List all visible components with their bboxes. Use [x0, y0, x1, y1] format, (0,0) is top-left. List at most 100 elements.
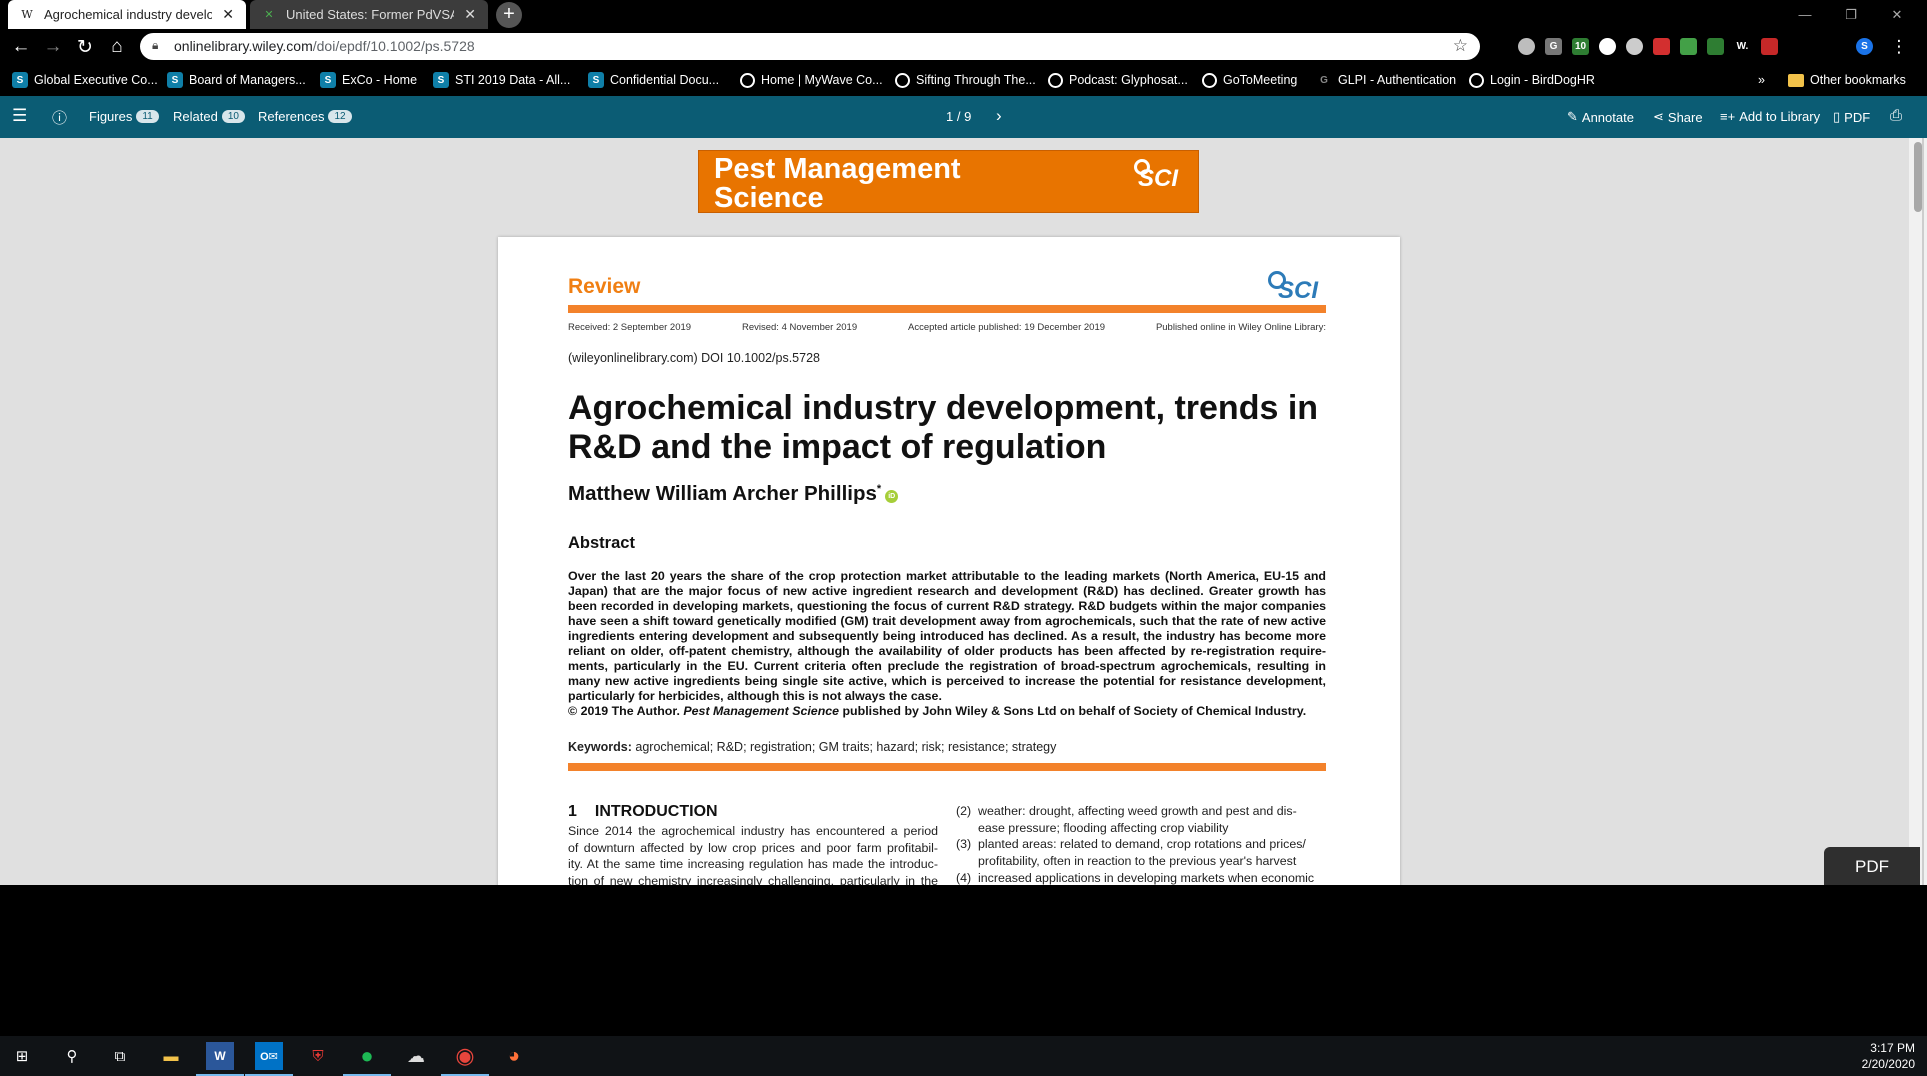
extension-icon[interactable]: 10 — [1572, 38, 1589, 55]
extension-icon[interactable]: G — [1545, 38, 1562, 55]
figures-count-badge: 11 — [136, 110, 159, 123]
doi-line[interactable]: (wileyonlinelibrary.com) DOI 10.1002/ps.… — [568, 351, 820, 365]
globe-icon — [1469, 72, 1484, 88]
other-bookmarks-folder[interactable]: Other bookmarks — [1788, 71, 1906, 89]
extension-icon[interactable] — [1518, 38, 1535, 55]
publication-dates: Received: 2 September 2019 Revised: 4 No… — [568, 322, 1326, 333]
received-date: Received: 2 September 2019 — [568, 322, 692, 333]
share-button[interactable]: ⋖ Share — [1653, 109, 1703, 125]
search-icon[interactable]: ⚲ — [58, 1042, 86, 1070]
page-indicator: 1 / 9 — [946, 109, 972, 124]
list-item: (4) increased applications in developing … — [956, 870, 1326, 885]
references-button[interactable]: References 12 — [258, 109, 352, 124]
minimize-button[interactable]: — — [1782, 0, 1828, 29]
forward-button[interactable]: → — [40, 34, 66, 60]
lock-icon[interactable]: 🔒︎ — [152, 38, 158, 53]
spotify-icon[interactable]: ● — [343, 1042, 391, 1076]
add-list-icon: ≡+ — [1720, 109, 1736, 124]
abstract-line: many new active ingredients being single… — [568, 674, 1326, 688]
left-column-text: Since 2014 the agrochemical industry has… — [568, 823, 938, 885]
home-button[interactable]: ⌂ — [104, 34, 130, 60]
extension-icon[interactable]: W. — [1734, 38, 1751, 55]
bookmark-item[interactable]: G GLPI - Authentication — [1316, 71, 1456, 89]
related-count-badge: 10 — [221, 110, 245, 123]
tab-pdvsa[interactable]: ✕ United States: Former PdVSA Pro ✕ — [250, 0, 488, 29]
browser-toolbar: ← → ↻ ⌂ 🔒︎ onlinelibrary.wiley.com/doi/e… — [0, 29, 1927, 64]
list-line: ease pressure; flooding affecting crop v… — [978, 820, 1229, 835]
reload-button[interactable]: ↻ — [72, 34, 98, 60]
annotate-button[interactable]: ✎ Annotate — [1567, 109, 1634, 125]
sharepoint-icon: S — [167, 72, 183, 88]
menu-icon[interactable]: ☰ — [12, 106, 27, 126]
extension-icon[interactable] — [1761, 38, 1778, 55]
outlook-icon[interactable]: O✉ — [245, 1042, 293, 1076]
url-text[interactable]: onlinelibrary.wiley.com/doi/epdf/10.1002… — [174, 38, 475, 54]
bookmark-item[interactable]: S Confidential Docu... — [588, 71, 719, 89]
add-to-library-button[interactable]: ≡+ Add to Library — [1720, 109, 1820, 124]
more-bookmarks-button[interactable]: » — [1758, 71, 1765, 89]
extension-icon[interactable] — [1653, 38, 1670, 55]
firefox-icon[interactable]: ◕ — [500, 1042, 528, 1070]
new-tab-button[interactable]: + — [496, 2, 522, 28]
pdf-download-button[interactable]: ▯ PDF — [1833, 109, 1870, 125]
next-page-button[interactable]: › — [996, 106, 1002, 126]
orcid-icon[interactable]: iD — [885, 490, 899, 503]
close-tab-icon[interactable]: ✕ — [464, 6, 476, 23]
header-rule — [568, 305, 1326, 313]
close-window-button[interactable]: ✕ — [1874, 0, 1920, 29]
task-view-icon[interactable]: ⧉ — [106, 1042, 134, 1070]
cloud-app-icon[interactable]: ☁ — [402, 1042, 430, 1070]
globe-icon — [740, 72, 755, 88]
folder-icon — [1788, 73, 1804, 87]
system-clock[interactable]: 3:17 PM 2/20/2020 — [1862, 1040, 1915, 1072]
tab-agrochemical[interactable]: W Agrochemical industry developm ✕ — [8, 0, 246, 29]
extension-icon[interactable] — [1626, 38, 1643, 55]
bookmark-item[interactable]: Sifting Through The... — [895, 71, 1036, 89]
word-icon[interactable]: W — [196, 1042, 244, 1076]
vertical-scrollbar[interactable] — [1909, 138, 1927, 885]
windows-start-icon[interactable]: ⊞ — [8, 1042, 36, 1070]
abstract-line: reliant on older, off-patent chemistry, … — [568, 644, 1326, 658]
chrome-icon[interactable]: ◉ — [441, 1042, 489, 1076]
bookmark-label: STI 2019 Data - All... — [455, 73, 571, 87]
list-line: weather: drought, affecting weed growth … — [978, 804, 1297, 818]
section-heading-introduction: 1 INTRODUCTION — [568, 803, 718, 820]
published-online: Published online in Wiley Online Library… — [1155, 322, 1326, 333]
list-item: (2) weather: drought, affecting weed grow… — [956, 803, 1326, 836]
related-button[interactable]: Related 10 — [173, 109, 245, 124]
security-shield-icon[interactable]: ⛨ — [304, 1042, 332, 1070]
abstract-line: ingredients entering development and sub… — [568, 629, 1326, 643]
back-button[interactable]: ← — [8, 34, 34, 60]
journal-banner: Pest Management Science SCI — [698, 150, 1199, 213]
epdf-viewer-toolbar: ☰ ⓘ Figures 11 Related 10 References 12 1 /… — [0, 96, 1927, 138]
scrollbar-thumb[interactable] — [1914, 142, 1922, 212]
bookmark-item[interactable]: Podcast: Glyphosat... — [1048, 71, 1188, 89]
author-name[interactable]: Matthew William Archer Phillips*iD — [568, 482, 899, 506]
close-tab-icon[interactable]: ✕ — [222, 6, 234, 23]
bookmark-star-icon[interactable]: ☆ — [1453, 36, 1468, 56]
extension-icon[interactable] — [1707, 38, 1724, 55]
extension-icon[interactable] — [1599, 38, 1616, 55]
bookmark-item[interactable]: S Board of Managers... — [167, 71, 306, 89]
info-icon[interactable]: ⓘ — [52, 107, 67, 128]
bookmark-item[interactable]: Home | MyWave Co... — [740, 71, 883, 89]
bookmark-item[interactable]: S ExCo - Home — [320, 71, 417, 89]
address-bar[interactable]: 🔒︎ onlinelibrary.wiley.com/doi/epdf/10.1… — [140, 33, 1480, 60]
file-explorer-icon[interactable]: ▬ — [157, 1042, 185, 1070]
windows-taskbar: ⊞ ⚲ ⧉ ▬ W O✉ ⛨ ● ☁ ◉ ◕ 3:17 PM 2/20/2020 — [0, 1036, 1927, 1076]
revised-date: Revised: 4 November 2019 — [741, 322, 858, 333]
abstract-line: been recorded in developing markets, que… — [568, 599, 1326, 613]
bookmark-item[interactable]: S STI 2019 Data - All... — [433, 71, 570, 89]
bookmark-item[interactable]: GoToMeeting — [1202, 71, 1297, 89]
restore-button[interactable]: ❐ — [1828, 0, 1874, 29]
document-canvas[interactable]: Pest Management Science SCI Review SCI R… — [0, 138, 1909, 885]
extension-icon[interactable]: S — [1856, 38, 1873, 55]
bookmark-item[interactable]: Login - BirdDogHR — [1469, 71, 1595, 89]
figures-button[interactable]: Figures 11 — [89, 109, 159, 124]
pdf-floating-button[interactable]: PDF — [1824, 847, 1920, 887]
globe-icon — [895, 72, 910, 88]
print-icon[interactable]: ⎙ — [1890, 107, 1902, 124]
browser-menu-icon[interactable]: ⋮ — [1886, 34, 1912, 60]
extension-icon[interactable] — [1680, 38, 1697, 55]
bookmark-item[interactable]: S Global Executive Co... — [12, 71, 158, 89]
